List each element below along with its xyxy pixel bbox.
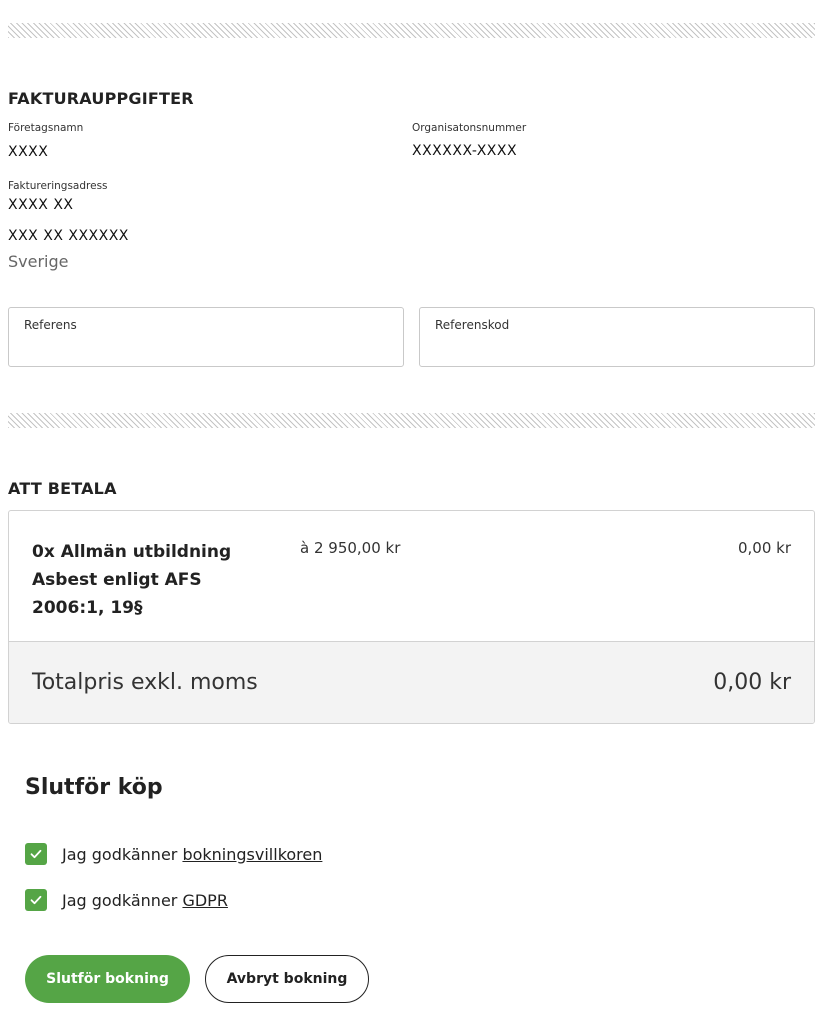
org-number-value: XXXXXX-XXXX (412, 143, 518, 159)
payment-heading: ATT BETALA (8, 479, 117, 498)
gdpr-consent-row: Jag godkänner GDPR (25, 889, 228, 911)
company-label: Företagsnamn (8, 122, 84, 134)
company-value: XXXX (8, 144, 49, 160)
total-value: 0,00 kr (713, 670, 791, 695)
cancel-booking-button[interactable]: Avbryt bokning (205, 955, 369, 1003)
terms-checkbox[interactable] (25, 843, 47, 865)
address-country: Sverige (8, 252, 69, 271)
check-icon (30, 895, 42, 905)
address-label: Faktureringsadress (8, 180, 108, 192)
reference-code-label: Referenskod (435, 318, 510, 332)
check-icon (30, 849, 42, 859)
complete-booking-button[interactable]: Slutför bokning (25, 955, 190, 1003)
top-divider (8, 23, 815, 38)
reference-input[interactable]: Referens (8, 307, 404, 367)
middle-divider (8, 413, 815, 428)
terms-consent-row: Jag godkänner bokningsvillkoren (25, 843, 322, 865)
line-item-sum: 0,00 kr (737, 539, 791, 557)
address-line-1: XXXX XX (8, 197, 74, 213)
gdpr-checkbox[interactable] (25, 889, 47, 911)
total-label: Totalpris exkl. moms (32, 670, 258, 695)
terms-consent-text: Jag godkänner (62, 844, 183, 864)
gdpr-link[interactable]: GDPR (182, 891, 227, 910)
gdpr-consent-text: Jag godkänner (62, 890, 183, 910)
finish-heading: Slutför köp (25, 775, 163, 800)
line-item-name: 0x Allmän utbildning Asbest enligt AFS 2… (32, 542, 232, 618)
line-item-row: 0x Allmän utbildning Asbest enligt AFS 2… (9, 511, 814, 642)
payment-summary: 0x Allmän utbildning Asbest enligt AFS 2… (8, 510, 815, 724)
total-row: Totalpris exkl. moms 0,00 kr (9, 642, 814, 723)
line-item-unit-price: à 2 950,00 kr (300, 539, 401, 557)
address-line-2: XXX XX XXXXXX (8, 228, 129, 244)
reference-label: Referens (24, 318, 77, 332)
reference-code-input[interactable]: Referenskod (419, 307, 815, 367)
invoice-heading: FAKTURAUPPGIFTER (8, 89, 194, 108)
terms-link[interactable]: bokningsvillkoren (182, 845, 322, 864)
org-number-label: Organisatonsnummer (412, 122, 527, 134)
